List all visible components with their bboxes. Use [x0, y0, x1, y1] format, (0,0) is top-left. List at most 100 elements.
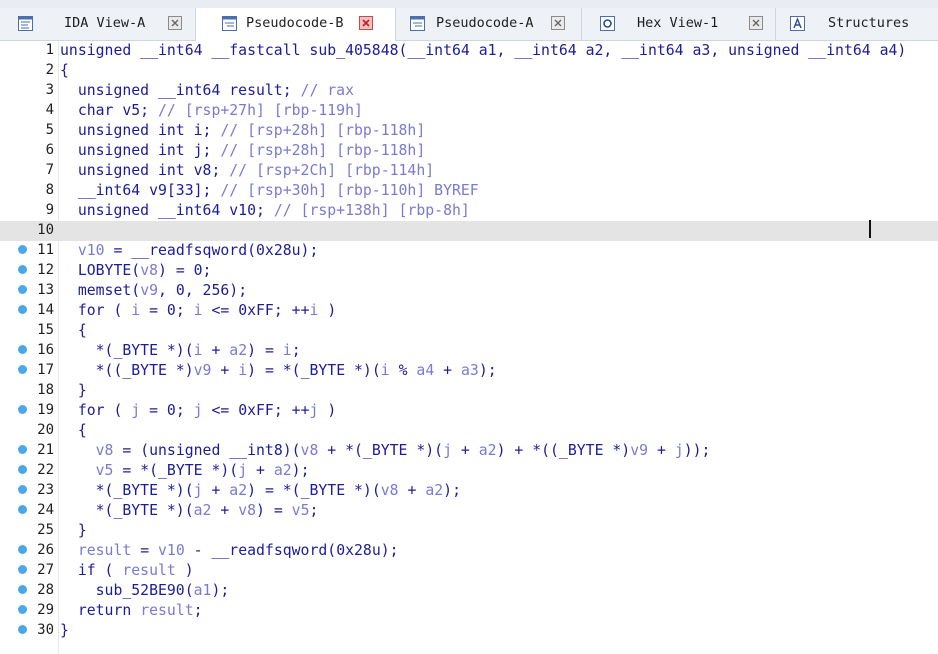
code-token: *(_BYTE *)( — [60, 342, 194, 359]
code-token: ) — [318, 402, 337, 419]
close-icon[interactable] — [168, 16, 182, 30]
code-token: + — [648, 442, 675, 459]
code-line[interactable]: 27 if ( result ) — [0, 561, 938, 581]
line-number: 25 — [37, 522, 54, 538]
structures-icon — [790, 16, 805, 31]
code-line[interactable]: 20 { — [0, 421, 938, 441]
code-line[interactable]: 30} — [0, 621, 938, 641]
code-text: } — [60, 522, 87, 539]
code-line[interactable]: 19 for ( j = 0; j <= 0xFF; ++j ) — [0, 401, 938, 421]
tab-pseudocode-a[interactable]: Pseudocode-A — [396, 8, 582, 40]
code-token-variable: i — [282, 342, 292, 359]
code-line[interactable]: 22 v5 = *(_BYTE *)(j + a2); — [0, 461, 938, 481]
tab-label: Pseudocode-B — [246, 15, 344, 31]
code-line[interactable]: 7 unsigned int v8; // [rsp+2Ch] [rbp-114… — [0, 161, 938, 181]
code-line[interactable]: 16 *(_BYTE *)(i + a2) = i; — [0, 341, 938, 361]
code-token: ; — [309, 502, 319, 519]
code-text: { — [60, 322, 87, 339]
code-token-variable: a2 — [193, 502, 212, 519]
code-token-variable: a4 — [416, 362, 435, 379]
code-line[interactable]: 1 unsigned __int64 __fastcall sub_405848(… — [0, 41, 938, 61]
code-token: for ( — [60, 402, 132, 419]
code-text: unsigned __int64 result; // rax — [60, 82, 354, 99]
line-number: 23 — [37, 482, 54, 498]
code-token-variable: v9 — [140, 282, 159, 299]
code-line[interactable]: 6 unsigned int j; // [rsp+28h] [rbp-118h… — [0, 141, 938, 161]
code-token: *(_BYTE *)( — [60, 482, 194, 499]
code-token: = 0; — [140, 402, 194, 419]
code-token-variable: a2 — [425, 482, 444, 499]
line-number: 12 — [37, 262, 54, 278]
close-icon[interactable] — [749, 16, 763, 30]
code-token-variable: v5 — [291, 502, 310, 519]
code-token: { — [60, 322, 87, 339]
code-line[interactable]: 24 *(_BYTE *)(a2 + v8) = v5; — [0, 501, 938, 521]
code-token: + — [202, 342, 230, 359]
code-token: + — [202, 482, 230, 499]
tab-ida-view-a[interactable]: IDA View-A — [0, 8, 196, 40]
code-line[interactable]: 26 result = v10 - __readfsqword(0x28u); — [0, 541, 938, 561]
code-line[interactable]: 3 unsigned __int64 result; // rax — [0, 81, 938, 101]
code-line[interactable]: 10 — [0, 221, 938, 241]
code-line[interactable]: 18 } — [0, 381, 938, 401]
code-token: ) = *(_BYTE *)( — [247, 362, 381, 379]
code-text: *(_BYTE *)(a2 + v8) = v5; — [60, 502, 319, 519]
code-token: unsigned __int64 v10; — [60, 202, 274, 219]
code-token: return — [60, 602, 141, 619]
line-number: 17 — [37, 362, 54, 378]
code-line[interactable]: 9 unsigned __int64 v10; // [rsp+138h] [r… — [0, 201, 938, 221]
line-number: 8 — [45, 182, 54, 198]
code-token-variable: j — [674, 442, 684, 459]
code-token: } — [60, 522, 87, 539]
code-line[interactable]: 8 __int64 v9[33]; // [rsp+30h] [rbp-110h… — [0, 181, 938, 201]
code-line[interactable]: 5 unsigned int i; // [rsp+28h] [rbp-118h… — [0, 121, 938, 141]
code-token: if ( — [60, 562, 123, 579]
code-line[interactable]: 23 *(_BYTE *)(j + a2) = *(_BYTE *)(v8 + … — [0, 481, 938, 501]
close-icon[interactable] — [551, 16, 565, 30]
code-line[interactable]: 14 for ( i = 0; i <= 0xFF; ++i ) — [0, 301, 938, 321]
code-token-variable: a2 — [229, 482, 248, 499]
code-token: ) = 0; — [158, 262, 212, 279]
code-text: if ( result ) — [60, 562, 194, 579]
code-token-variable: v9 — [630, 442, 649, 459]
code-token: = *(_BYTE *)( — [113, 462, 239, 479]
code-text: v10 = __readfsqword(0x28u); — [60, 242, 319, 259]
tab-pseudocode-b[interactable]: Pseudocode-B — [196, 8, 396, 41]
code-token: + — [247, 462, 274, 479]
code-line[interactable]: 29 return result; — [0, 601, 938, 621]
code-text: LOBYTE(v8) = 0; — [60, 262, 212, 279]
code-line[interactable]: 2{ — [0, 61, 938, 81]
tab-structures[interactable]: Structures — [776, 8, 938, 40]
code-text: } — [60, 382, 87, 399]
code-token: ) = — [247, 342, 283, 359]
code-token: unsigned __int64 __fastcall sub_405848(_… — [60, 42, 907, 59]
code-token: ) — [318, 302, 337, 319]
code-line[interactable]: 11 v10 = __readfsqword(0x28u); — [0, 241, 938, 261]
code-text: result = v10 - __readfsqword(0x28u); — [60, 542, 399, 559]
line-number: 28 — [37, 582, 54, 598]
line-number: 11 — [37, 242, 54, 258]
code-line[interactable]: 25 } — [0, 521, 938, 541]
text-cursor — [869, 220, 871, 238]
code-line[interactable]: 21 v8 = (unsigned __int8)(v8 + *(_BYTE *… — [0, 441, 938, 461]
tab-hex-view-1[interactable]: Hex View-1 — [582, 8, 776, 40]
code-token-variable: a3 — [460, 362, 479, 379]
close-icon[interactable] — [359, 16, 373, 30]
code-line[interactable]: 4 char v5; // [rsp+27h] [rbp-119h] — [0, 101, 938, 121]
code-line[interactable]: 17 *((_BYTE *)v9 + i) = *(_BYTE *)(i % a… — [0, 361, 938, 381]
code-token: + — [398, 482, 426, 499]
code-token-variable: // [rsp+27h] [rbp-119h] — [158, 102, 363, 119]
code-line[interactable]: 28 sub_52BE90(a1); — [0, 581, 938, 601]
code-token: ); — [211, 582, 230, 599]
code-line[interactable]: 13 memset(v9, 0, 256); — [0, 281, 938, 301]
code-token-variable: j — [443, 442, 453, 459]
code-line[interactable]: 15 { — [0, 321, 938, 341]
code-token-variable: v5 — [95, 462, 114, 479]
code-token: } — [60, 622, 69, 639]
code-line[interactable]: 12 LOBYTE(v8) = 0; — [0, 261, 938, 281]
code-token: = 0; — [140, 302, 194, 319]
code-token: = __readfsqword(0x28u); — [104, 242, 319, 259]
